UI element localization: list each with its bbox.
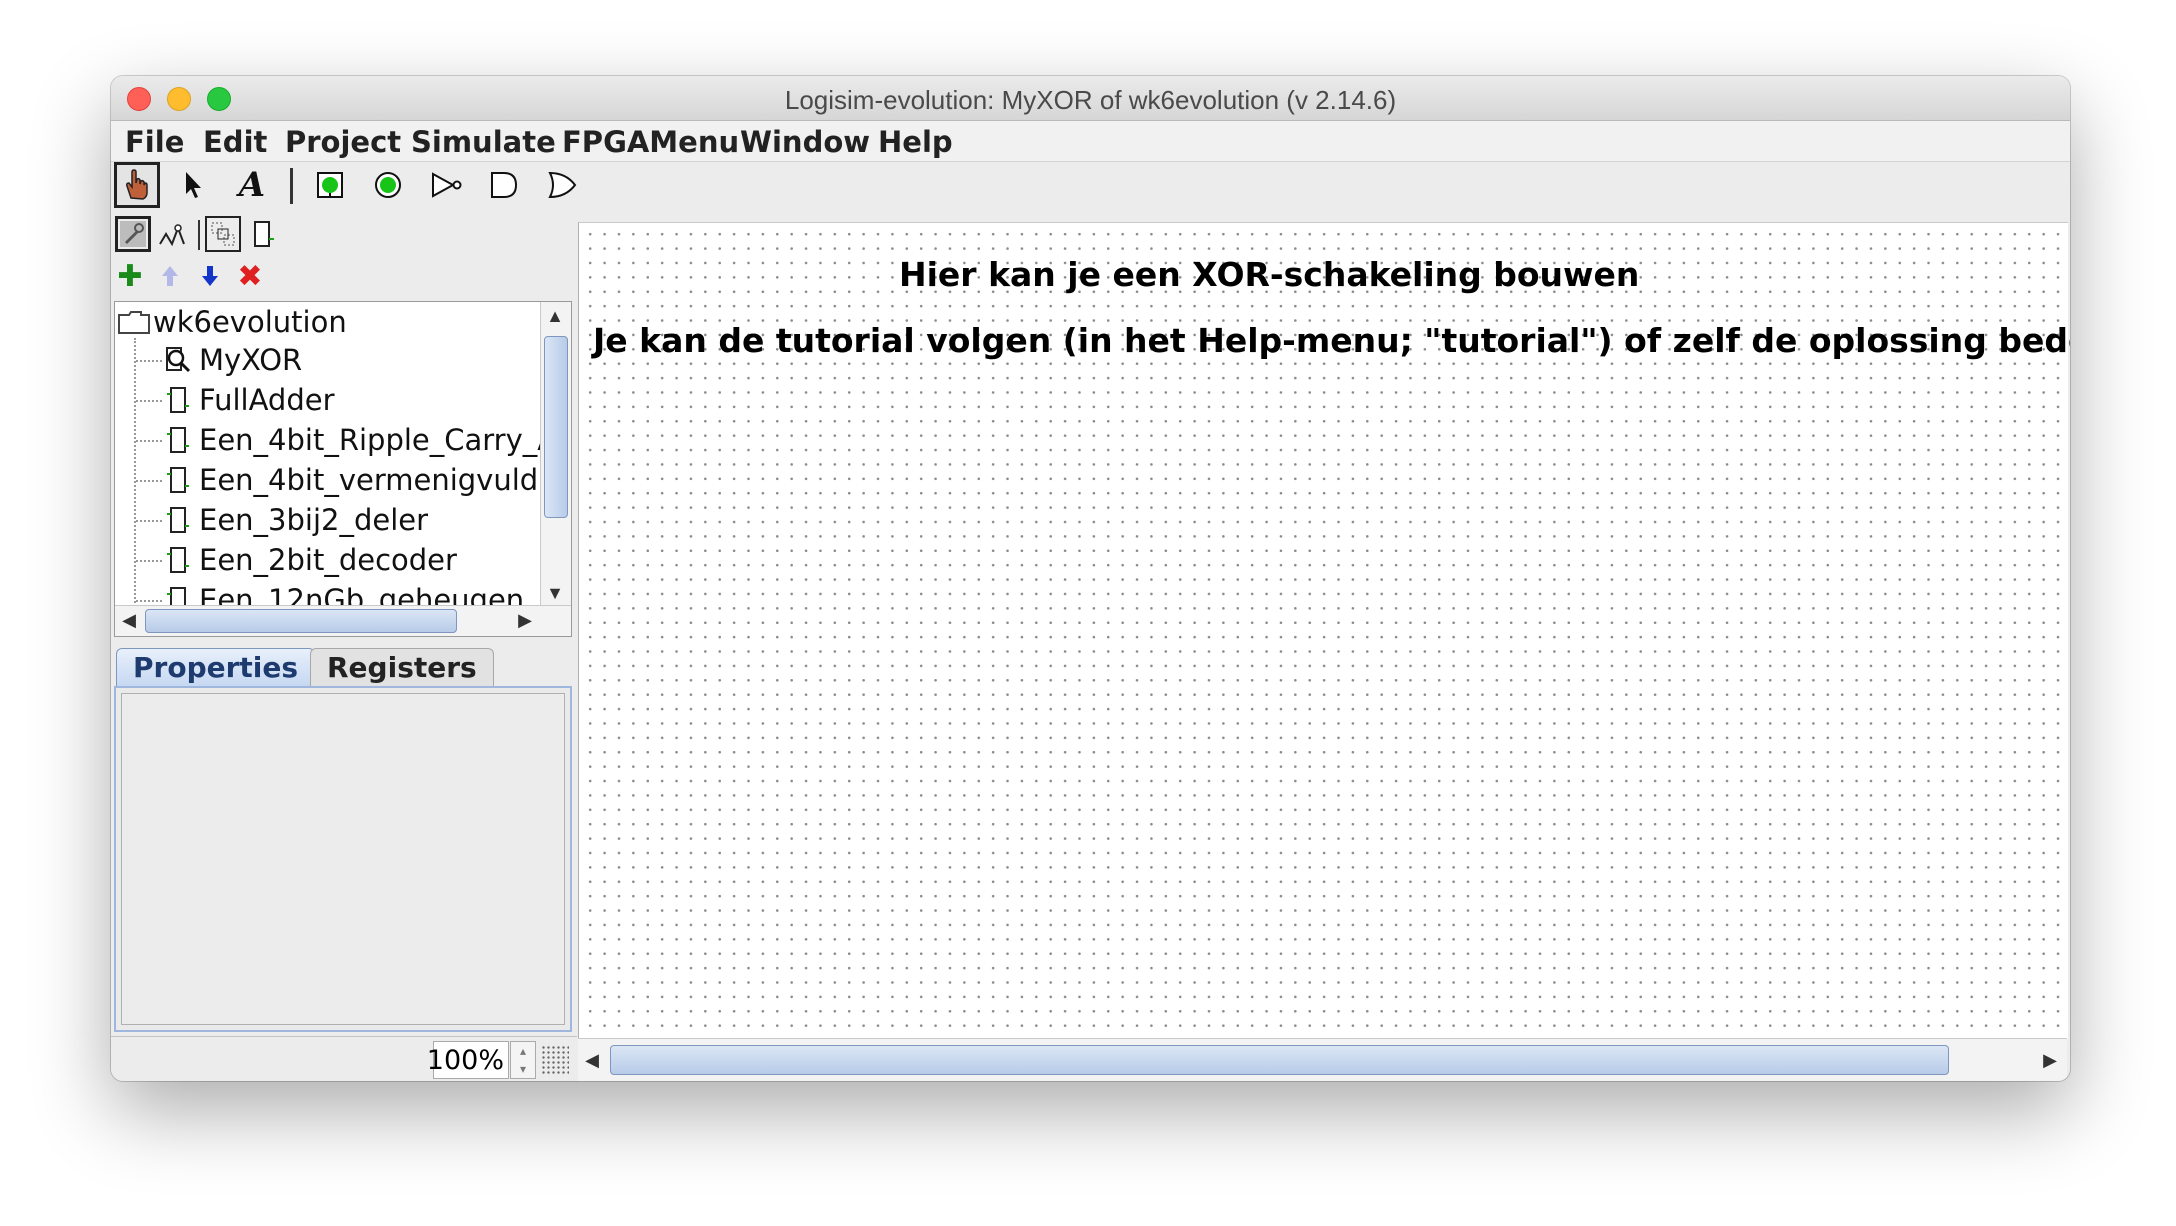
and-gate-icon[interactable] bbox=[481, 162, 527, 208]
grid-toggle-icon[interactable] bbox=[541, 1045, 569, 1075]
tree-item-label: Een_3bij2_deler bbox=[199, 503, 429, 537]
toolbar-separator bbox=[290, 168, 293, 204]
move-up-icon[interactable] bbox=[153, 260, 187, 292]
window-title: Logisim-evolution: MyXOR of wk6evolution… bbox=[784, 85, 1397, 115]
tree-root-project[interactable]: wk6evolution bbox=[115, 302, 545, 342]
tree-connector bbox=[136, 560, 162, 562]
tree-item-myxor[interactable]: MyXOR bbox=[163, 340, 571, 380]
menu-bar: File Edit Project Simulate FPGAMenu Wind… bbox=[111, 121, 2070, 162]
simulation-tree-icon[interactable] bbox=[155, 216, 191, 252]
tree-connector bbox=[136, 360, 162, 362]
menu-help[interactable]: Help bbox=[878, 125, 953, 159]
scroll-right-icon[interactable]: ▶ bbox=[511, 606, 539, 634]
tree-item-label: FullAdder bbox=[199, 383, 335, 417]
explorer-toolbar bbox=[113, 212, 573, 256]
appearance-view-icon[interactable] bbox=[245, 216, 281, 252]
properties-panel bbox=[114, 686, 572, 1032]
tree-connector bbox=[136, 440, 162, 442]
canvas-horizontal-scroll-thumb[interactable] bbox=[610, 1045, 1949, 1075]
toolbox-view-icon[interactable] bbox=[115, 216, 151, 252]
text-tool-icon[interactable]: A bbox=[229, 162, 275, 208]
tree-item-label: Een_4bit_vermenigvuldig bbox=[199, 463, 565, 497]
scroll-left-icon[interactable]: ◀ bbox=[578, 1046, 606, 1074]
tree-connector bbox=[134, 338, 136, 636]
tree-item-decoder[interactable]: Een_2bit_decoder bbox=[163, 540, 571, 580]
poke-tool-icon[interactable] bbox=[114, 162, 160, 208]
menu-simulate[interactable]: Simulate bbox=[411, 125, 556, 159]
main-toolbar: A bbox=[111, 162, 2070, 212]
attribute-tabs: Properties Registers bbox=[114, 646, 574, 686]
folder-icon bbox=[118, 311, 150, 334]
tab-properties[interactable]: Properties bbox=[116, 648, 316, 686]
circuit-canvas[interactable]: Hier kan je een XOR-schakeling bouwen Je… bbox=[578, 222, 2070, 1039]
text-tool-glyph: A bbox=[238, 165, 266, 205]
subcircuit-icon bbox=[167, 507, 189, 533]
left-pane: ✚ ✖ wk6evolution MyXOR FullAdder Een_4bi… bbox=[111, 212, 577, 1081]
output-pin-icon[interactable] bbox=[365, 162, 411, 208]
zoom-input[interactable]: 100% bbox=[427, 1041, 509, 1079]
add-circuit-icon[interactable]: ✚ bbox=[113, 260, 147, 293]
scroll-up-icon[interactable]: ▲ bbox=[541, 302, 569, 330]
layout-view-icon[interactable] bbox=[205, 216, 241, 252]
properties-table bbox=[121, 693, 565, 1025]
tab-registers[interactable]: Registers bbox=[310, 648, 494, 686]
canvas-horizontal-scrollbar[interactable]: ◀ ▶ bbox=[578, 1038, 2067, 1081]
not-gate-icon[interactable] bbox=[423, 162, 469, 208]
toolbar-separator bbox=[198, 220, 200, 250]
title-bar[interactable]: Logisim-evolution: MyXOR of wk6evolution… bbox=[111, 76, 2070, 121]
tree-connector bbox=[136, 400, 162, 402]
tree-item-label: Een_2bit_decoder bbox=[199, 543, 457, 577]
scroll-right-icon[interactable]: ▶ bbox=[2036, 1046, 2064, 1074]
tree-item-vermenigvuldig[interactable]: Een_4bit_vermenigvuldig bbox=[163, 460, 571, 500]
zoom-stepper[interactable]: ▴ ▾ bbox=[510, 1041, 536, 1079]
menu-fpgamenu[interactable]: FPGAMenu bbox=[562, 125, 739, 159]
tree-connector bbox=[136, 480, 162, 482]
or-gate-icon[interactable] bbox=[539, 162, 585, 208]
magnifier-circuit-icon bbox=[166, 347, 191, 373]
menu-window[interactable]: Window bbox=[740, 125, 870, 159]
subcircuit-icon bbox=[167, 467, 189, 493]
menu-project[interactable]: Project bbox=[285, 125, 401, 159]
scroll-down-icon[interactable]: ▼ bbox=[541, 579, 569, 607]
tree-horizontal-scrollbar[interactable]: ◀ ▶ bbox=[115, 605, 571, 636]
subcircuit-icon bbox=[167, 427, 189, 453]
tree-vertical-scroll-thumb[interactable] bbox=[544, 336, 568, 518]
delete-circuit-icon[interactable]: ✖ bbox=[233, 260, 267, 293]
project-name: wk6evolution bbox=[153, 305, 347, 339]
menu-edit[interactable]: Edit bbox=[203, 125, 267, 159]
tree-item-ripple-carry[interactable]: Een_4bit_Ripple_Carry_A bbox=[163, 420, 571, 460]
circuit-explorer-tree: wk6evolution MyXOR FullAdder Een_4bit_Ri… bbox=[114, 301, 572, 637]
tree-item-fulladder[interactable]: FullAdder bbox=[163, 380, 571, 420]
canvas-instructions: Je kan de tutorial volgen (in het Help-m… bbox=[593, 321, 2070, 360]
tree-horizontal-scroll-thumb[interactable] bbox=[145, 609, 457, 633]
tree-connector bbox=[136, 520, 162, 522]
tree-item-deler[interactable]: Een_3bij2_deler bbox=[163, 500, 571, 540]
tree-connector bbox=[136, 600, 162, 602]
app-window: Logisim-evolution: MyXOR of wk6evolution… bbox=[111, 76, 2070, 1081]
menu-file[interactable]: File bbox=[125, 125, 184, 159]
zoom-bar: 100% ▴ ▾ bbox=[111, 1036, 577, 1081]
move-down-icon[interactable] bbox=[193, 260, 227, 292]
subcircuit-icon bbox=[167, 547, 189, 573]
canvas-heading: Hier kan je een XOR-schakeling bouwen bbox=[899, 255, 1640, 294]
tree-item-label: Een_4bit_Ripple_Carry_A bbox=[199, 423, 558, 457]
circuit-order-toolbar: ✚ ✖ bbox=[113, 260, 573, 293]
select-tool-icon[interactable] bbox=[171, 162, 217, 208]
scroll-left-icon[interactable]: ◀ bbox=[115, 606, 143, 634]
tree-item-label: MyXOR bbox=[199, 343, 303, 377]
input-pin-icon[interactable] bbox=[307, 162, 353, 208]
subcircuit-icon bbox=[167, 387, 189, 413]
tree-vertical-scrollbar[interactable]: ▲ ▼ bbox=[540, 302, 571, 607]
